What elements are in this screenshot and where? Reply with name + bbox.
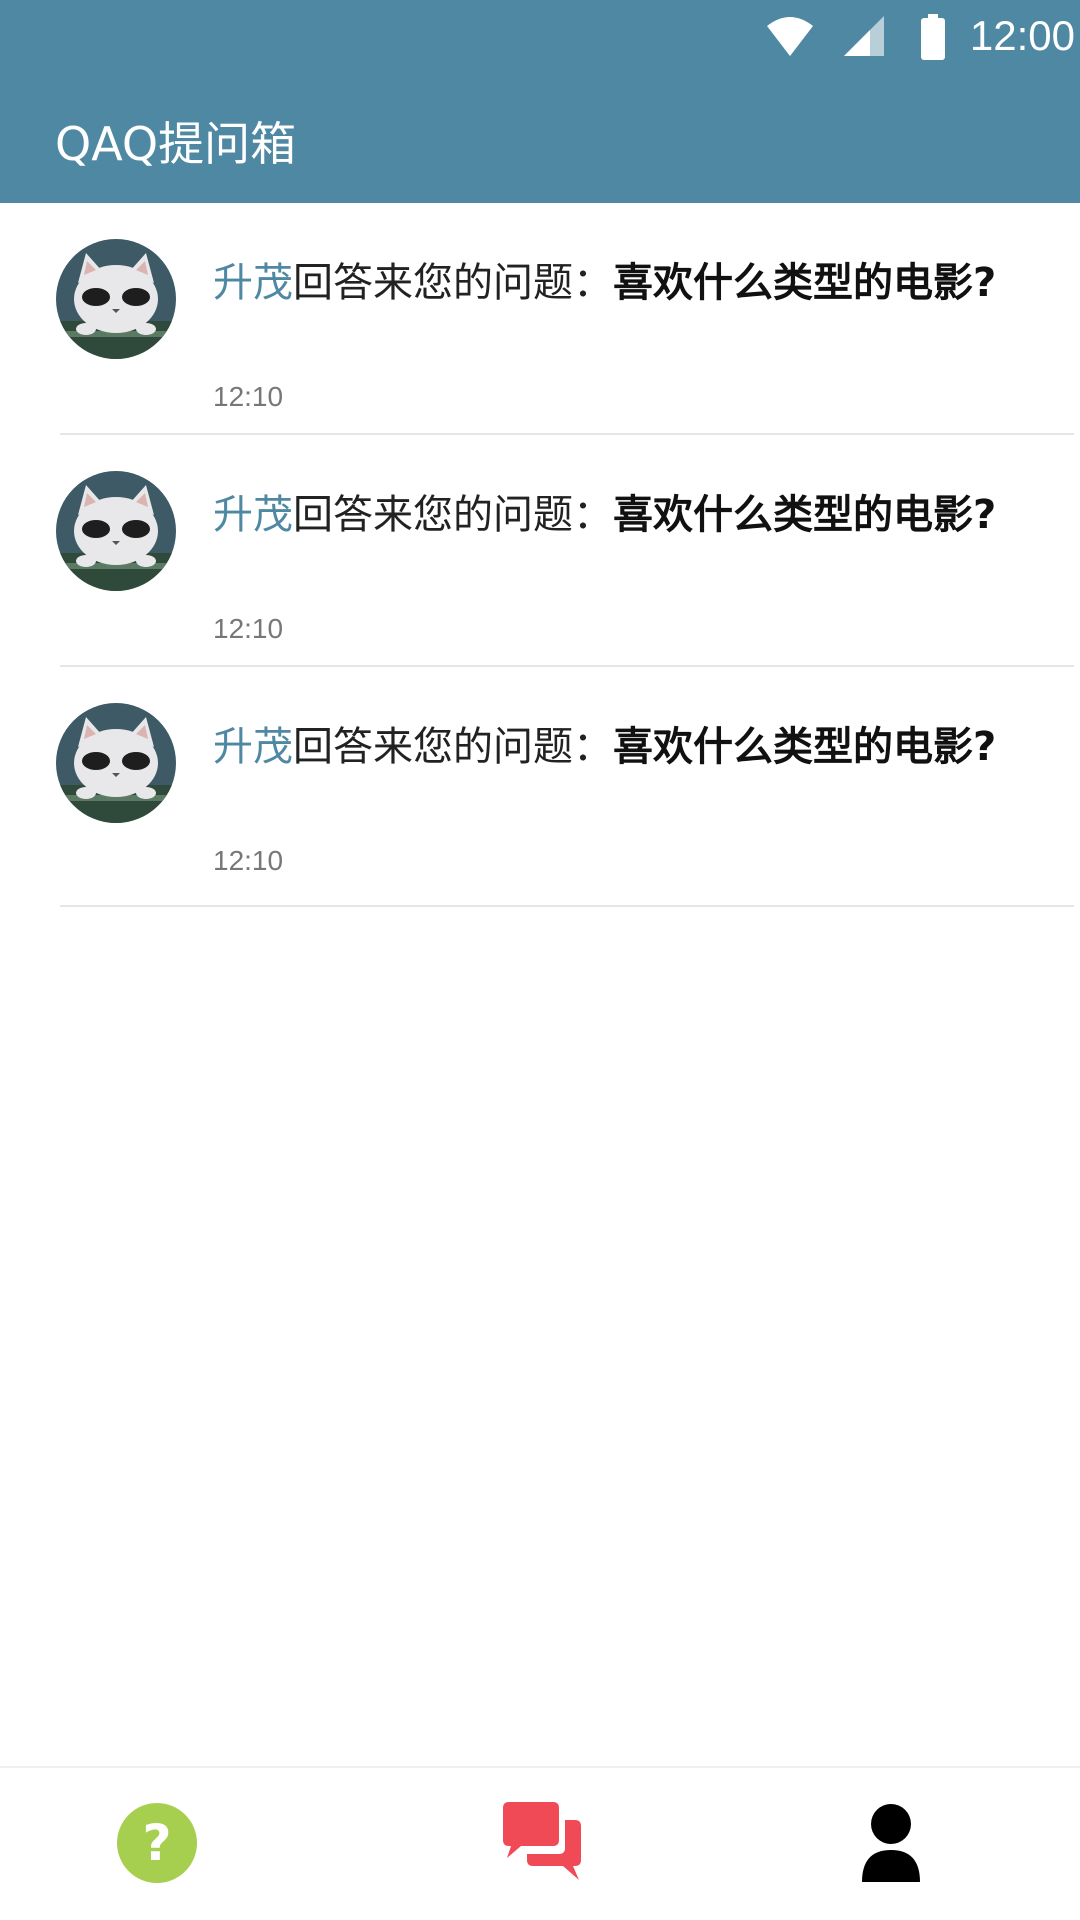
question-text[interactable]: 喜欢什么类型的电影? (613, 492, 996, 538)
question-text[interactable]: 喜欢什么类型的电影? (613, 260, 996, 306)
user-name[interactable]: 升茂 (213, 492, 293, 538)
notification-text: 升茂回答来您的问题：喜欢什么类型的电影? (213, 247, 1033, 319)
avatar[interactable] (56, 703, 176, 823)
avatar[interactable] (56, 239, 176, 359)
app-bar: 12:00 QAQ提问箱 (0, 0, 1080, 203)
chat-bubbles-icon[interactable] (497, 1798, 587, 1888)
action-text: 回答来您的问题： (293, 724, 613, 770)
status-bar: 12:00 (0, 0, 1080, 80)
list-item[interactable]: 升茂回答来您的问题：喜欢什么类型的电影? 12:10 (0, 435, 1080, 667)
cat-avatar-icon (56, 471, 176, 591)
person-icon[interactable] (846, 1798, 936, 1888)
cat-avatar-icon (56, 703, 176, 823)
notification-list: 升茂回答来您的问题：喜欢什么类型的电影? 12:10 升茂回答来您的问题：喜欢什… (0, 203, 1080, 907)
divider (60, 905, 1074, 907)
user-name[interactable]: 升茂 (213, 724, 293, 770)
notification-text: 升茂回答来您的问题：喜欢什么类型的电影? (213, 711, 1033, 783)
signal-icon (844, 16, 884, 56)
question-icon[interactable]: ? (112, 1798, 202, 1888)
wifi-icon (767, 17, 813, 56)
bottom-nav: ? (0, 1766, 1080, 1920)
question-text[interactable]: 喜欢什么类型的电影? (613, 724, 996, 770)
timestamp: 12:10 (213, 381, 284, 412)
list-item[interactable]: 升茂回答来您的问题：喜欢什么类型的电影? 12:10 (0, 667, 1080, 907)
list-item[interactable]: 升茂回答来您的问题：喜欢什么类型的电影? 12:10 (0, 203, 1080, 435)
action-text: 回答来您的问题： (293, 492, 613, 538)
timestamp: 12:10 (213, 845, 284, 876)
user-name[interactable]: 升茂 (213, 260, 293, 306)
page-title: QAQ提问箱 (55, 117, 297, 171)
action-text: 回答来您的问题： (293, 260, 613, 306)
notification-text: 升茂回答来您的问题：喜欢什么类型的电影? (213, 479, 1033, 551)
battery-icon (921, 14, 945, 60)
svg-text:?: ? (142, 1814, 171, 1872)
avatar[interactable] (56, 471, 176, 591)
status-time: 12:00 (969, 12, 1075, 59)
cat-avatar-icon (56, 239, 176, 359)
timestamp: 12:10 (213, 613, 284, 644)
